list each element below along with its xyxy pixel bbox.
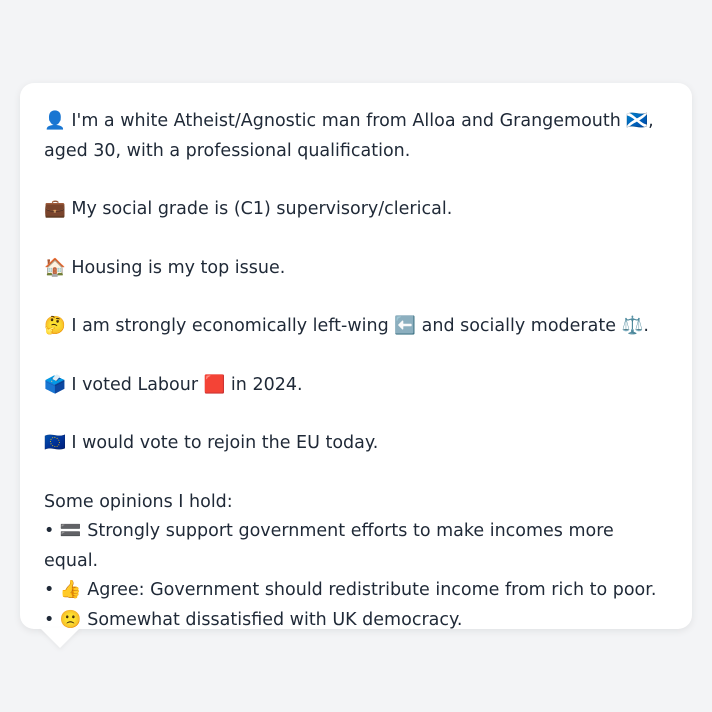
message-bubble: 👤 I'm a white Atheist/Agnostic man from … — [20, 83, 692, 630]
eu-text: 🇪🇺 I would vote to rejoin the EU today. — [44, 433, 379, 453]
ideology-text: 🤔 I am strongly economically left-wing ⬅… — [44, 316, 649, 336]
opinions-list: • 🟰 Strongly support government efforts … — [44, 517, 668, 635]
opinion-item: • 👍 Agree: Government should redistribut… — [44, 580, 657, 600]
top-issue-text: 🏠 Housing is my top issue. — [44, 257, 286, 278]
opinion-item: • 🙁 Somewhat dissatisfied with UK democr… — [44, 609, 463, 630]
vote-text: 🗳️ I voted Labour 🟥 in 2024. — [44, 374, 303, 395]
opinion-item: • 🟰 Strongly support government efforts … — [44, 521, 614, 571]
identity-text: 👤 I'm a white Atheist/Agnostic man from … — [44, 111, 654, 161]
social-grade-text: 💼 My social grade is (C1) supervisory/cl… — [44, 199, 453, 219]
opinions-heading: Some opinions I hold: — [44, 491, 233, 512]
bubble-tail — [40, 628, 80, 648]
